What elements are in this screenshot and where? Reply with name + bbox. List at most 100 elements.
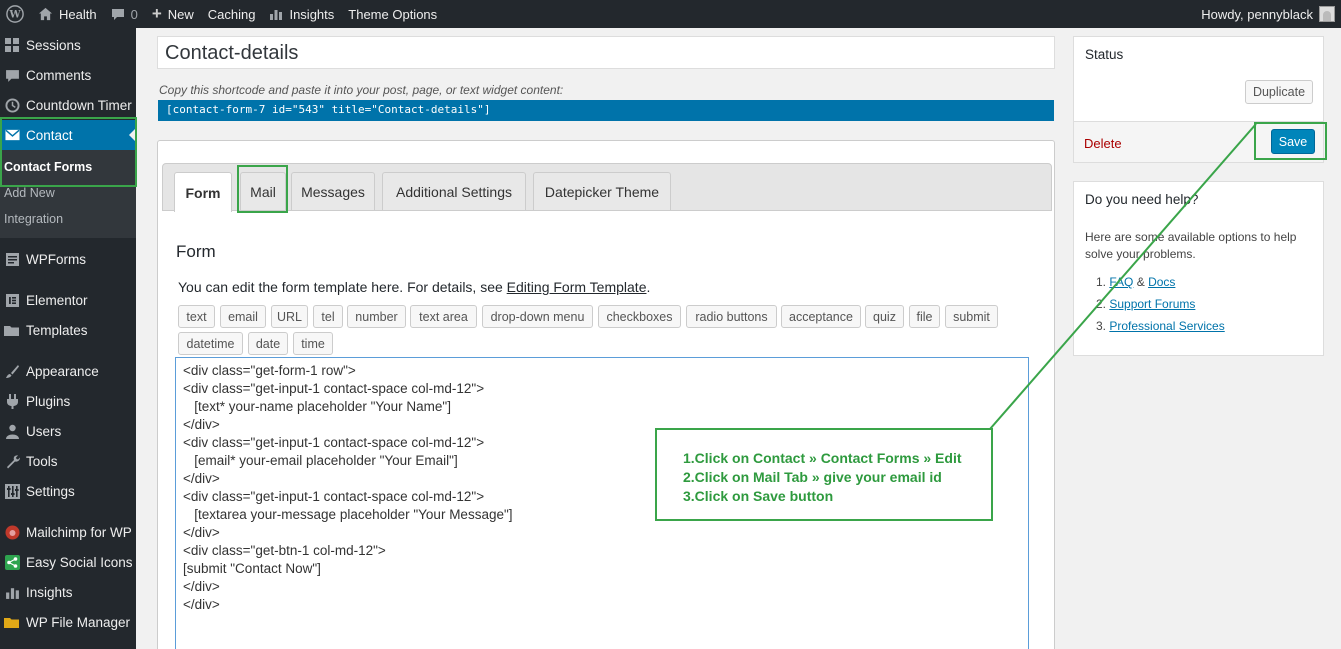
contact-form-editor: Form Mail Messages Additional Settings D… bbox=[157, 140, 1055, 649]
sidebar-item-wp-file-manager[interactable]: WP File Manager bbox=[0, 607, 136, 637]
help-list-item: 3. Professional Services bbox=[1096, 319, 1225, 333]
tag-button-checkboxes[interactable]: checkboxes bbox=[598, 305, 681, 328]
comments-link[interactable]: 0 bbox=[104, 0, 145, 28]
sidebar-item-label: Settings bbox=[26, 483, 75, 499]
my-account-link[interactable]: Howdy, pennyblack bbox=[1201, 0, 1335, 28]
submenu-add-new[interactable]: Add New bbox=[0, 180, 136, 206]
help-title: Do you need help? bbox=[1085, 192, 1199, 207]
comment-icon bbox=[4, 67, 20, 83]
sidebar-item-sessions[interactable]: Sessions bbox=[0, 30, 136, 60]
tag-button-time[interactable]: time bbox=[293, 332, 333, 355]
form-section-description: You can edit the form template here. For… bbox=[178, 279, 650, 295]
professional-services-link[interactable]: Professional Services bbox=[1109, 319, 1224, 333]
clock-icon bbox=[4, 97, 20, 113]
sidebar-item-contact[interactable]: Contact bbox=[0, 120, 136, 150]
sidebar-item-label: Insights bbox=[26, 584, 73, 600]
code-line: </div> bbox=[183, 579, 220, 594]
new-content-link[interactable]: + New bbox=[145, 0, 201, 28]
help-links: 1. FAQ & Docs 2. Support Forums 3. Profe… bbox=[1096, 275, 1225, 341]
code-line: [submit "Contact Now"] bbox=[183, 561, 321, 576]
tag-button-text[interactable]: text bbox=[178, 305, 215, 328]
sidebar-item-appearance[interactable]: Appearance bbox=[0, 356, 136, 386]
forms-icon bbox=[4, 251, 20, 267]
admin-sidebar: Sessions Comments Countdown Timer Contac… bbox=[0, 28, 136, 649]
submenu-integration[interactable]: Integration bbox=[0, 206, 136, 232]
faq-link[interactable]: FAQ bbox=[1109, 275, 1133, 289]
tag-button-tel[interactable]: tel bbox=[313, 305, 343, 328]
mail-icon bbox=[4, 127, 20, 143]
wp-logo-button[interactable]: W bbox=[0, 0, 31, 28]
sidebar-item-comments[interactable]: Comments bbox=[0, 60, 136, 90]
save-button[interactable]: Save bbox=[1271, 129, 1315, 154]
sidebar-item-label: Elementor bbox=[26, 292, 88, 308]
shortcode-field[interactable]: [contact-form-7 id="543" title="Contact-… bbox=[158, 100, 1054, 121]
new-label: New bbox=[167, 6, 194, 22]
chart-icon bbox=[4, 584, 20, 600]
tag-button-datetime[interactable]: datetime bbox=[178, 332, 243, 355]
sidebar-item-countdown-timer[interactable]: Countdown Timer bbox=[0, 90, 136, 120]
submenu-contact-forms[interactable]: Contact Forms bbox=[0, 154, 136, 180]
sidebar-item-plugins[interactable]: Plugins bbox=[0, 386, 136, 416]
sidebar-item-label: Templates bbox=[26, 322, 88, 338]
sidebar-item-label: Comments bbox=[26, 67, 92, 83]
avatar bbox=[1319, 6, 1335, 22]
form-title-input[interactable]: Contact-details bbox=[157, 36, 1055, 69]
tab-datepicker-theme[interactable]: Datepicker Theme bbox=[533, 172, 671, 210]
tag-button-email[interactable]: email bbox=[220, 305, 266, 328]
site-name-link[interactable]: Health bbox=[31, 0, 104, 28]
tag-button-radio-buttons[interactable]: radio buttons bbox=[686, 305, 777, 328]
tag-button-number[interactable]: number bbox=[347, 305, 406, 328]
sidebar-item-elementor[interactable]: Elementor bbox=[0, 285, 136, 315]
status-title: Status bbox=[1085, 47, 1124, 62]
editing-form-template-link[interactable]: Editing Form Template bbox=[507, 279, 647, 295]
sidebar-item-users[interactable]: Users bbox=[0, 416, 136, 446]
greeting: Howdy, pennyblack bbox=[1201, 6, 1313, 22]
insights-label: Insights bbox=[289, 6, 335, 22]
code-line: <div class="get-btn-1 col-md-12"> bbox=[183, 543, 386, 558]
tag-button-date[interactable]: date bbox=[248, 332, 288, 355]
wrench-icon bbox=[4, 453, 20, 469]
sidebar-item-tools[interactable]: Tools bbox=[0, 446, 136, 476]
file-manager-icon bbox=[4, 614, 20, 630]
sidebar-item-label: Tools bbox=[26, 453, 58, 469]
tag-button-url[interactable]: URL bbox=[271, 305, 308, 328]
admin-bar: W Health 0 + New Caching Insights Theme … bbox=[0, 0, 1341, 28]
caching-label: Caching bbox=[207, 6, 256, 22]
folder-icon bbox=[4, 322, 20, 338]
sidebar-item-insights[interactable]: Insights bbox=[0, 577, 136, 607]
sidebar-item-easy-social-icons[interactable]: Easy Social Icons bbox=[0, 547, 136, 577]
tab-mail[interactable]: Mail bbox=[240, 172, 286, 210]
annotation-line: 1.Click on Contact » Contact Forms » Edi… bbox=[683, 450, 962, 466]
sidebar-item-label: WPForms bbox=[26, 251, 86, 267]
tag-button-acceptance[interactable]: acceptance bbox=[781, 305, 861, 328]
docs-link[interactable]: Docs bbox=[1148, 275, 1175, 289]
tag-button-quiz[interactable]: quiz bbox=[865, 305, 904, 328]
caching-link[interactable]: Caching bbox=[201, 0, 263, 28]
duplicate-button[interactable]: Duplicate bbox=[1245, 80, 1313, 104]
sidebar-item-wpforms[interactable]: WPForms bbox=[0, 244, 136, 274]
tab-additional-settings[interactable]: Additional Settings bbox=[382, 172, 526, 210]
delete-link[interactable]: Delete bbox=[1084, 136, 1122, 151]
tab-form[interactable]: Form bbox=[174, 172, 232, 212]
insights-link[interactable]: Insights bbox=[262, 0, 341, 28]
editor-tabs: Form Mail Messages Additional Settings D… bbox=[162, 163, 1052, 212]
tag-button-text-area[interactable]: text area bbox=[410, 305, 477, 328]
tag-button-drop-down-menu[interactable]: drop-down menu bbox=[482, 305, 593, 328]
sidebar-item-label: Countdown Timer bbox=[26, 97, 132, 113]
tag-button-file[interactable]: file bbox=[909, 305, 940, 328]
sidebar-item-mailchimp[interactable]: Mailchimp for WP bbox=[0, 517, 136, 547]
theme-options-link[interactable]: Theme Options bbox=[341, 0, 444, 28]
share-icon bbox=[4, 554, 20, 570]
sidebar-item-templates[interactable]: Templates bbox=[0, 315, 136, 345]
sidebar-item-label: Contact bbox=[26, 127, 73, 143]
form-desc-suffix: . bbox=[646, 279, 651, 295]
code-line: [text* your-name placeholder "Your Name"… bbox=[183, 399, 451, 414]
tag-button-submit[interactable]: submit bbox=[945, 305, 998, 328]
instruction-annotation: 1.Click on Contact » Contact Forms » Edi… bbox=[655, 428, 993, 521]
sidebar-item-label: Easy Social Icons bbox=[26, 554, 133, 570]
help-box: Do you need help? Here are some availabl… bbox=[1073, 181, 1324, 356]
support-forums-link[interactable]: Support Forums bbox=[1109, 297, 1195, 311]
tab-messages[interactable]: Messages bbox=[291, 172, 375, 210]
sidebar-item-settings[interactable]: Settings bbox=[0, 476, 136, 506]
annotation-line: 2.Click on Mail Tab » give your email id bbox=[683, 469, 942, 485]
